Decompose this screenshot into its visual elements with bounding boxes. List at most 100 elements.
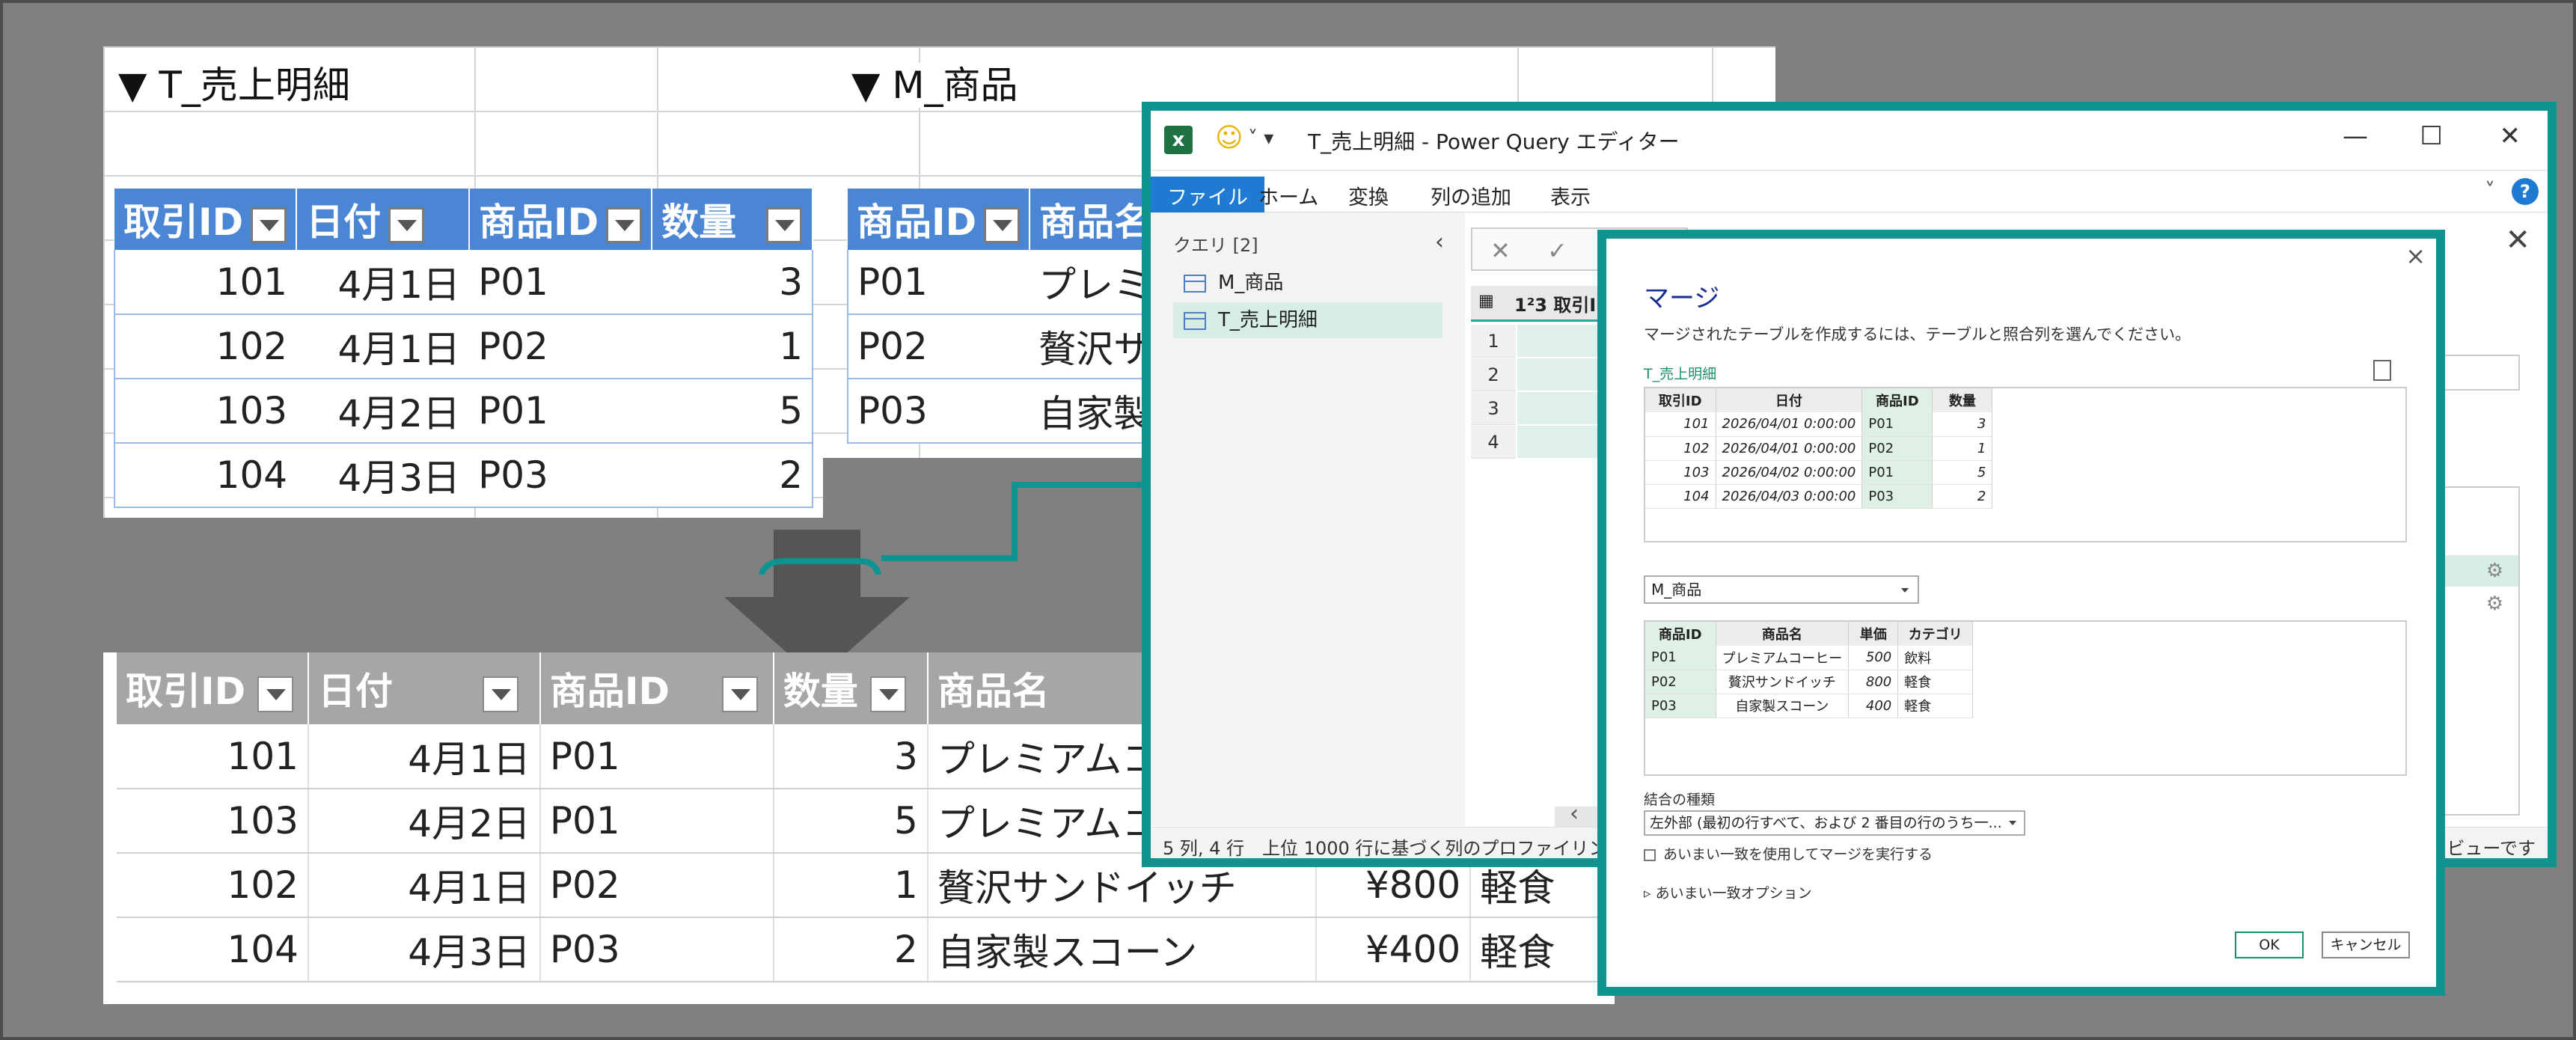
cancel-formula-icon[interactable]: ✕ (1490, 236, 1511, 265)
connector-line (759, 482, 1167, 576)
cell[interactable]: P02 (539, 853, 774, 918)
header-cell[interactable]: 数量 (773, 652, 928, 724)
cell[interactable]: 4月1日 (308, 853, 541, 918)
cell[interactable]: 3 (773, 724, 928, 789)
cell[interactable]: 4月2日 (296, 379, 470, 444)
cell: プレミアムコーヒー (1716, 646, 1850, 670)
smile-icon[interactable]: ☺ (1215, 123, 1243, 153)
cell[interactable]: 3 (652, 250, 813, 315)
scroll-left-icon[interactable]: ‹ (1570, 801, 1579, 827)
cell[interactable]: 102 (117, 853, 309, 918)
cell[interactable]: 103 (117, 789, 309, 854)
column-header[interactable]: 数量 (1932, 388, 1993, 412)
help-icon[interactable]: ? (2512, 178, 2539, 205)
tab-add-column[interactable]: 列の追加 (1422, 177, 1520, 215)
cell[interactable]: P01 (539, 724, 774, 789)
cell[interactable]: 104 (117, 917, 309, 982)
maximize-icon[interactable]: ☐ (2420, 121, 2443, 151)
cell[interactable]: 軽食 (1470, 917, 1612, 982)
gear-icon[interactable]: ⚙ (2486, 560, 2503, 582)
fuzzy-options-toggle[interactable]: ▹ あいまい一致オプション (1644, 882, 1812, 902)
cell[interactable]: ¥400 (1316, 917, 1472, 982)
cell[interactable]: 4月3日 (296, 443, 470, 508)
header-cell[interactable]: 取引ID (117, 652, 309, 724)
tab-transform[interactable]: 変換 (1339, 177, 1398, 215)
collapse-icon[interactable]: ‹ (1435, 229, 1444, 255)
quick-access-dropdown[interactable]: ˅ ▾ (1248, 127, 1273, 150)
close-icon[interactable]: × (2405, 242, 2426, 270)
cell[interactable]: 4月1日 (308, 724, 541, 789)
cell[interactable]: 1 (773, 853, 928, 918)
cell[interactable]: P02 (469, 314, 652, 379)
second-table-select[interactable]: M_商品 (1644, 575, 1919, 604)
cell[interactable]: 104 (113, 443, 297, 508)
cell[interactable]: 4月1日 (296, 250, 470, 315)
cell[interactable]: 自家製スコーン (927, 917, 1318, 982)
cell[interactable]: P01 (469, 379, 652, 444)
column-header[interactable]: 商品ID (1861, 388, 1933, 412)
header-cell[interactable]: 商品ID (469, 189, 653, 250)
header-cell[interactable]: 取引ID (114, 189, 298, 250)
cell[interactable]: 4月1日 (296, 314, 470, 379)
cell[interactable]: P03 (539, 917, 774, 982)
tab-home[interactable]: ホーム (1249, 177, 1327, 215)
filter-dropdown-icon[interactable] (257, 676, 294, 712)
table-row: 101 2026/04/01 0:00:00 P01 3 (1645, 412, 1993, 437)
header-cell[interactable]: 日付 (308, 652, 541, 724)
chevron-down-icon[interactable]: ˅ (2485, 178, 2495, 203)
cell[interactable]: 101 (113, 250, 297, 315)
header-cell[interactable]: 商品ID (848, 189, 1031, 250)
cell[interactable]: P03 (469, 443, 652, 508)
checkbox-icon[interactable] (1644, 848, 1656, 861)
filter-dropdown-icon[interactable] (869, 676, 906, 712)
column-header[interactable]: 日付 (1716, 388, 1863, 412)
cancel-button[interactable]: キャンセル (2322, 932, 2410, 958)
header-cell[interactable]: 商品ID (539, 652, 774, 724)
close-icon[interactable]: ✕ (2500, 121, 2521, 151)
cell[interactable]: 101 (117, 724, 309, 789)
filter-dropdown-icon[interactable] (606, 207, 643, 243)
column-header[interactable]: カテゴリ (1897, 622, 1974, 646)
ok-button[interactable]: OK (2235, 932, 2304, 958)
cell[interactable]: P01 (469, 250, 652, 315)
close-settings-icon[interactable]: ✕ (2505, 223, 2530, 257)
query-item-t-sales[interactable]: T_売上明細 (1173, 302, 1443, 338)
fuzzy-match-checkbox[interactable]: あいまい一致を使用してマージを実行する (1644, 843, 1933, 863)
cell[interactable]: 5 (652, 379, 813, 444)
gear-icon[interactable]: ⚙ (2486, 593, 2503, 615)
cell[interactable]: 5 (773, 789, 928, 854)
cell[interactable]: 2 (773, 917, 928, 982)
tab-file[interactable]: ファイル (1151, 177, 1264, 215)
filter-dropdown-icon[interactable] (482, 676, 518, 712)
minimize-icon[interactable]: — (2343, 121, 2368, 151)
cell: 800 (1848, 670, 1899, 694)
dialog-description: マージされたテーブルを作成するには、テーブルと照合列を選んでください。 (1644, 325, 2191, 343)
query-item-m-product[interactable]: M_商品 (1173, 265, 1443, 301)
filter-dropdown-icon[interactable] (722, 676, 759, 712)
filter-dropdown-icon[interactable] (388, 207, 425, 243)
filter-dropdown-icon[interactable] (251, 207, 287, 243)
column-header[interactable]: 単価 (1848, 622, 1899, 646)
column-header[interactable]: 商品ID (1645, 622, 1716, 646)
cell[interactable]: 4月2日 (308, 789, 541, 854)
cell[interactable]: P03 (846, 379, 1030, 444)
refresh-preview-icon[interactable] (2373, 360, 2391, 381)
cell[interactable]: 1 (652, 314, 813, 379)
table-menu-icon[interactable]: ▦ (1478, 292, 1494, 311)
row-number: 4 (1471, 426, 1516, 459)
header-cell[interactable]: 数量 (652, 189, 813, 250)
confirm-formula-icon[interactable]: ✓ (1547, 236, 1567, 265)
cell[interactable]: P01 (846, 250, 1030, 315)
column-header[interactable]: 商品名 (1716, 622, 1850, 646)
header-cell[interactable]: 日付 (296, 189, 471, 250)
join-kind-select[interactable]: 左外部 (最初の行すべて、および 2 番目の行のうち一... (1644, 810, 2025, 836)
cell[interactable]: P02 (846, 314, 1030, 379)
cell[interactable]: P01 (539, 789, 774, 854)
cell[interactable]: 103 (113, 379, 297, 444)
column-header[interactable]: 取引ID (1645, 388, 1716, 412)
filter-dropdown-icon[interactable] (766, 207, 803, 243)
filter-dropdown-icon[interactable] (984, 207, 1021, 243)
cell[interactable]: 4月3日 (308, 917, 541, 982)
cell[interactable]: 102 (113, 314, 297, 379)
tab-view[interactable]: 表示 (1541, 177, 1600, 215)
